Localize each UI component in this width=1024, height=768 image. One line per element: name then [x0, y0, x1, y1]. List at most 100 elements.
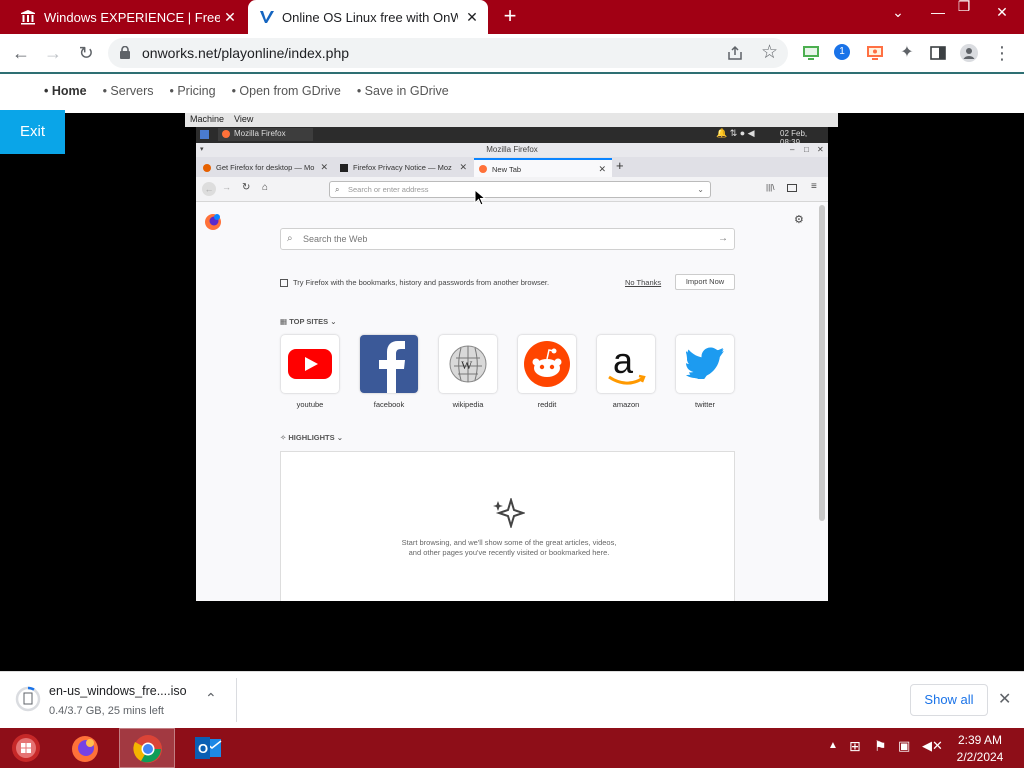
ff-back-button[interactable]: ←	[202, 182, 216, 196]
monitor-extension-icon[interactable]	[802, 44, 820, 62]
ff-scrollbar[interactable]	[819, 205, 825, 521]
taskbar-firefox[interactable]	[58, 728, 114, 768]
download-bar: en-us_windows_fre....iso 0.4/3.7 GB, 25 …	[0, 671, 1024, 728]
exit-button[interactable]: Exit	[0, 110, 65, 154]
chevron-up-icon[interactable]: ⌃	[205, 690, 217, 707]
close-tab-icon[interactable]: ✕	[222, 9, 238, 25]
ff-new-tab-button[interactable]: +	[616, 158, 624, 173]
firefox-small-icon	[222, 130, 230, 138]
top-site-facebook[interactable]: facebook	[359, 335, 419, 409]
ff-tab-close-icon[interactable]: ✕	[598, 160, 606, 177]
tray-show-hidden-icon[interactable]: ▲	[828, 740, 838, 751]
onworks-header: • Home • Servers • Pricing • Open from G…	[0, 72, 1024, 113]
nav-pricing[interactable]: • Pricing	[170, 84, 216, 98]
reload-button[interactable]: ↻	[73, 40, 99, 66]
ff-home-button[interactable]: ⌂	[262, 182, 268, 193]
ff-address-bar[interactable]: ⌕ Search or enter address ⌄	[329, 181, 711, 198]
tray-network-icon[interactable]: ▣	[898, 738, 910, 754]
top-sites-header[interactable]: ▦ TOP SITES ⌄	[280, 317, 336, 326]
browser-tab-windows-experience[interactable]: Windows EXPERIENCE | Freestyle ✕	[0, 0, 246, 34]
top-site-youtube[interactable]: youtube	[280, 335, 340, 409]
no-thanks-link[interactable]: No Thanks	[625, 278, 661, 287]
ff-tab-title: Firefox Privacy Notice — Moz	[353, 163, 452, 172]
window-menu-chevron-icon[interactable]: ▾	[200, 143, 204, 157]
svg-text:O: O	[198, 741, 208, 756]
top-site-label: youtube	[296, 400, 324, 409]
close-tab-icon[interactable]: ✕	[464, 9, 480, 25]
top-site-twitter[interactable]: twitter	[675, 335, 735, 409]
ff-tab-get-firefox[interactable]: Get Firefox for desktop — Mo ✕	[198, 158, 334, 177]
sparkles-icon	[493, 498, 525, 528]
download-divider	[236, 678, 237, 722]
top-site-wikipedia[interactable]: W wikipedia	[438, 335, 498, 409]
taskbar-chrome[interactable]	[119, 728, 175, 768]
ff-url-dropdown-icon[interactable]: ⌄	[697, 182, 704, 197]
tray-action-center-flag-icon[interactable]: ⚑	[874, 738, 887, 755]
top-site-label: facebook	[373, 400, 405, 409]
taskbar-clock-date[interactable]: 2/2/2024	[940, 750, 1020, 764]
svg-text:W: W	[461, 358, 473, 372]
amazon-tile: a	[597, 335, 655, 393]
site-nav: • Home • Servers • Pricing • Open from G…	[44, 84, 465, 98]
ff-minimize-button[interactable]: –	[790, 143, 794, 157]
ff-tab-new-tab[interactable]: New Tab ✕	[474, 158, 612, 177]
vm-menu-view[interactable]: View	[234, 114, 253, 124]
ff-maximize-button[interactable]: □	[804, 143, 809, 157]
top-site-reddit[interactable]: reddit	[517, 335, 577, 409]
browser-tab-onworks[interactable]: Online OS Linux free with OnWorks ✕	[248, 0, 488, 34]
taskbar-clock-time[interactable]: 2:39 AM	[940, 733, 1020, 747]
chevron-down-icon: ⌄	[330, 317, 337, 326]
ff-close-button[interactable]: ✕	[817, 143, 824, 157]
vm-start-icon[interactable]	[200, 130, 209, 139]
nav-home[interactable]: • Home	[44, 84, 87, 98]
ff-tab-close-icon[interactable]: ✕	[459, 158, 467, 177]
ff-menu-icon[interactable]: ≡	[811, 181, 817, 192]
close-download-bar-icon[interactable]: ✕	[998, 689, 1011, 709]
highlights-header[interactable]: ✧ HIGHLIGHTS ⌄	[280, 433, 343, 442]
remote-desktop-extension-icon[interactable]	[866, 44, 884, 62]
vm-desktop-panel: Mozilla Firefox 🔔 ⇅ ● ◀ 02 Feb, 08:39	[196, 127, 828, 147]
nav-servers[interactable]: • Servers	[103, 84, 154, 98]
extensions-puzzle-icon[interactable]: ✦	[894, 40, 920, 66]
ff-newtab-page: ⚙ ⌕ Search the Web → Try Firefox with th…	[196, 203, 828, 601]
ff-reload-button[interactable]: ↻	[242, 182, 250, 193]
ff-search-go-arrow-icon[interactable]: →	[718, 229, 728, 249]
ff-library-icon[interactable]: |||\	[766, 183, 774, 192]
profile-avatar-icon[interactable]	[960, 44, 978, 62]
outlook-app-icon: O	[195, 737, 222, 759]
vm-menu-machine[interactable]: Machine	[190, 114, 224, 124]
firefox-favicon-icon	[203, 164, 211, 172]
import-now-button[interactable]: Import Now	[675, 274, 735, 290]
start-button[interactable]	[0, 728, 56, 768]
ff-tab-privacy[interactable]: Firefox Privacy Notice — Moz ✕	[335, 158, 473, 177]
firefox-tab-strip: Get Firefox for desktop — Mo ✕ Firefox P…	[196, 157, 828, 177]
bookmark-star-icon[interactable]: ☆	[761, 41, 778, 64]
extension-badge[interactable]: 1	[834, 44, 850, 60]
tray-network-devices-icon[interactable]: ⊞	[849, 738, 861, 755]
tab-search-chevron-icon[interactable]: ⌄	[878, 4, 918, 21]
chrome-menu-icon[interactable]: ⋮	[989, 40, 1015, 66]
ff-web-search-input[interactable]: ⌕ Search the Web →	[280, 228, 735, 250]
taskbar-outlook[interactable]: O	[180, 728, 236, 768]
address-bar[interactable]: onworks.net/playonline/index.php ☆	[108, 38, 788, 68]
nav-save-gdrive[interactable]: • Save in GDrive	[357, 84, 449, 98]
grid-icon: ▦	[280, 317, 288, 326]
forward-button[interactable]: →	[40, 40, 66, 66]
windows-taskbar: O ▲ ⊞ ⚑ ▣ ◀✕ 2:39 AM 2/2/2024	[0, 728, 1024, 768]
restore-button[interactable]: ❐	[944, 0, 984, 15]
top-site-label: reddit	[537, 400, 557, 409]
download-filename[interactable]: en-us_windows_fre....iso	[49, 684, 187, 698]
back-button[interactable]: ←	[8, 40, 34, 66]
ff-tab-close-icon[interactable]: ✕	[320, 158, 328, 177]
ff-sidebar-icon[interactable]	[787, 184, 797, 192]
side-panel-icon[interactable]	[929, 44, 947, 62]
new-tab-button[interactable]: +	[498, 5, 522, 29]
share-icon[interactable]	[726, 44, 744, 62]
nav-open-gdrive[interactable]: • Open from GDrive	[232, 84, 341, 98]
top-site-amazon[interactable]: a amazon	[596, 335, 656, 409]
ff-forward-button[interactable]: →	[222, 182, 231, 192]
ff-settings-gear-icon[interactable]: ⚙	[794, 213, 804, 226]
close-window-button[interactable]: ✕	[982, 4, 1022, 21]
show-all-button[interactable]: Show all	[910, 684, 988, 716]
highlights-empty-text: Start browsing, and we'll show some of t…	[401, 538, 617, 557]
